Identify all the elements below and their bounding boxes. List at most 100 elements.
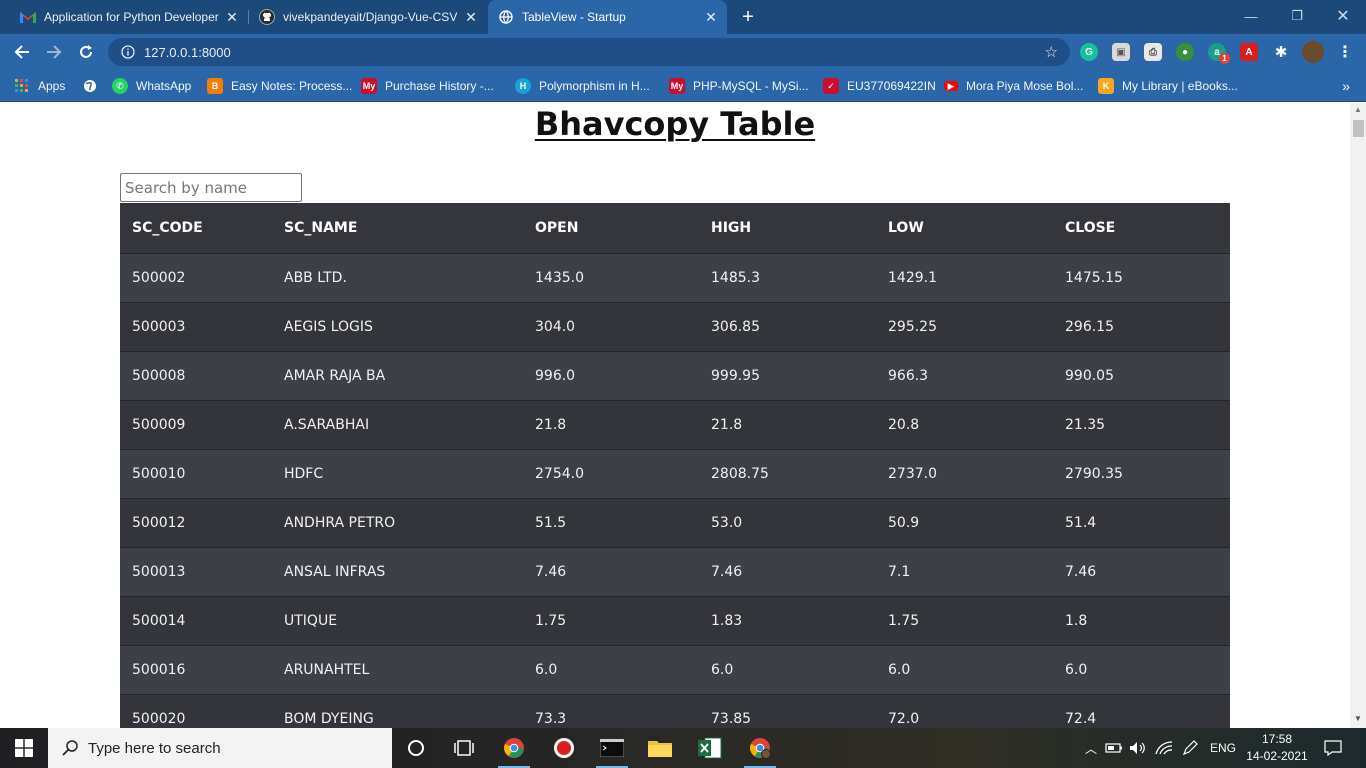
screen-recorder-icon[interactable] (540, 728, 588, 768)
bookmark-polymorphism[interactable]: H Polymorphism in H... (515, 77, 650, 95)
battery-icon[interactable] (1104, 728, 1124, 768)
page-scrollbar[interactable]: ▲ ▼ (1350, 103, 1366, 728)
table-cell: 2754.0 (523, 448, 699, 498)
table-cell: 2790.35 (1053, 448, 1230, 498)
clock-date: 14-02-2021 (1246, 749, 1308, 763)
table-cell: 295.25 (876, 301, 1053, 351)
minimize-icon[interactable]: — (1228, 0, 1274, 32)
scroll-thumb[interactable] (1353, 120, 1364, 137)
table-row: 500008 AMAR RAJA BA 996.0 999.95 966.3 9… (120, 350, 1230, 400)
window-close-icon[interactable]: ✕ (1320, 0, 1366, 32)
bookmarks-overflow-icon[interactable]: » (1342, 78, 1350, 94)
column-header[interactable]: OPEN (523, 203, 699, 253)
youtube-icon: ▶ (944, 81, 958, 91)
column-header[interactable]: SC_NAME (272, 203, 523, 253)
bookmark-label: PHP-MySQL - MySi... (693, 79, 809, 93)
file-explorer-icon[interactable] (636, 728, 684, 768)
table-cell: 7.1 (876, 546, 1053, 596)
info-icon[interactable] (120, 44, 136, 60)
bookmark-star-icon[interactable]: ☆ (1045, 43, 1058, 61)
bookmark-label: My Library | eBooks... (1122, 79, 1238, 93)
tab-close-icon[interactable]: ✕ (224, 9, 240, 25)
system-clock[interactable]: 17:58 14-02-2021 (1244, 731, 1310, 765)
column-header[interactable]: LOW (876, 203, 1053, 253)
tab-tableview[interactable]: TableView - Startup ✕ (488, 0, 727, 34)
windows-start-icon[interactable] (0, 728, 48, 768)
table-cell: 500014 (120, 595, 272, 645)
table-cell: 20.8 (876, 399, 1053, 449)
apps-grid-icon (14, 78, 30, 94)
column-header[interactable]: CLOSE (1053, 203, 1230, 253)
terminal-icon[interactable] (588, 728, 636, 768)
tab-gmail[interactable]: Application for Python Developer ✕ (0, 0, 248, 34)
bhavcopy-table: SC_CODE SC_NAME OPEN HIGH LOW CLOSE 5000… (120, 203, 1230, 728)
printer-extension-icon[interactable]: ⎙ (1144, 43, 1162, 61)
table-cell: 6.0 (699, 644, 876, 694)
task-view-icon[interactable] (440, 728, 488, 768)
address-bar[interactable]: 127.0.0.1:8000 ☆ (108, 38, 1070, 66)
table-cell: 500016 (120, 644, 272, 694)
profile-avatar[interactable] (1302, 41, 1324, 63)
reload-icon[interactable] (72, 38, 100, 66)
table-cell: 21.8 (523, 399, 699, 449)
wifi-icon[interactable] (1154, 728, 1174, 768)
bookmark-purchase-history[interactable]: My Purchase History -... (361, 77, 494, 95)
table-cell: 7.46 (699, 546, 876, 596)
bookmark-globe[interactable] (82, 77, 106, 95)
scroll-down-arrow-icon[interactable]: ▼ (1350, 714, 1366, 726)
tab-close-icon[interactable]: ✕ (463, 9, 479, 25)
search-input[interactable] (120, 173, 302, 202)
column-header[interactable]: SC_CODE (120, 203, 272, 253)
scroll-up-arrow-icon[interactable]: ▲ (1350, 105, 1366, 117)
table-row: 500012 ANDHRA PETRO 51.5 53.0 50.9 51.4 (120, 497, 1230, 547)
grammarly-icon[interactable]: G (1080, 43, 1098, 61)
cortana-icon[interactable] (392, 728, 440, 768)
bookmark-label: EU377069422IN (847, 79, 936, 93)
bookmark-youtube[interactable]: ▶ Mora Piya Mose Bol... (944, 77, 1083, 95)
show-hidden-icons-chevron-icon[interactable]: ︿ (1082, 728, 1100, 768)
bookmark-label: Easy Notes: Process... (231, 79, 353, 93)
my-icon: My (361, 78, 377, 94)
chrome-profile-taskbar-icon[interactable] (736, 728, 784, 768)
column-header[interactable]: HIGH (699, 203, 876, 253)
table-cell: 50.9 (876, 497, 1053, 547)
pdf-extension-icon[interactable]: A (1240, 43, 1258, 61)
tab-title: vivekpandeyait/Django-Vue-CSV (283, 10, 458, 24)
bookmark-php-mysql[interactable]: My PHP-MySQL - MySi... (669, 77, 809, 95)
table-cell: 500012 (120, 497, 272, 547)
bookmark-easy-notes[interactable]: B Easy Notes: Process... (207, 77, 352, 95)
table-cell: A.SARABHAI (272, 399, 523, 449)
table-cell: 21.35 (1053, 399, 1230, 449)
bookmark-whatsapp[interactable]: ✆ WhatsApp (112, 77, 191, 95)
puzzle-extensions-icon[interactable]: ✱ (1272, 43, 1290, 61)
table-cell: 1429.1 (876, 252, 1053, 302)
forward-arrow-icon[interactable] (40, 38, 68, 66)
earth-extension-icon[interactable]: ● (1176, 43, 1194, 61)
table-cell: 7.46 (1053, 546, 1230, 596)
more-menu-icon[interactable]: ⋮ (1336, 43, 1354, 61)
table-cell: 500020 (120, 693, 272, 728)
restore-icon[interactable]: ❐ (1274, 0, 1320, 32)
table-cell: HDFC (272, 448, 523, 498)
pen-icon[interactable] (1180, 728, 1200, 768)
tab-title: Application for Python Developer (44, 10, 219, 24)
bookmark-apps[interactable]: Apps (14, 77, 65, 95)
chrome-taskbar-icon[interactable] (490, 728, 538, 768)
tab-title: TableView - Startup (522, 10, 626, 24)
cube-extension-icon[interactable]: ▣ (1112, 43, 1130, 61)
bookmark-tracking[interactable]: ✓ EU377069422IN (823, 77, 936, 95)
table-cell: AMAR RAJA BA (272, 350, 523, 400)
language-indicator[interactable]: ENG (1206, 728, 1240, 768)
volume-icon[interactable] (1128, 728, 1148, 768)
tab-github[interactable]: vivekpandeyait/Django-Vue-CSV ✕ (249, 0, 487, 34)
taskbar-search-box[interactable]: Type here to search (48, 728, 392, 768)
new-tab-plus-icon[interactable]: + (736, 5, 760, 29)
bookmark-label: Polymorphism in H... (539, 79, 650, 93)
back-arrow-icon[interactable] (8, 38, 36, 66)
table-cell: 500008 (120, 350, 272, 400)
tab-close-icon[interactable]: ✕ (703, 9, 719, 25)
notifications-icon[interactable] (1320, 728, 1346, 768)
table-cell: 1435.0 (523, 252, 699, 302)
excel-icon[interactable] (686, 728, 734, 768)
bookmark-my-library[interactable]: K My Library | eBooks... (1098, 77, 1238, 95)
